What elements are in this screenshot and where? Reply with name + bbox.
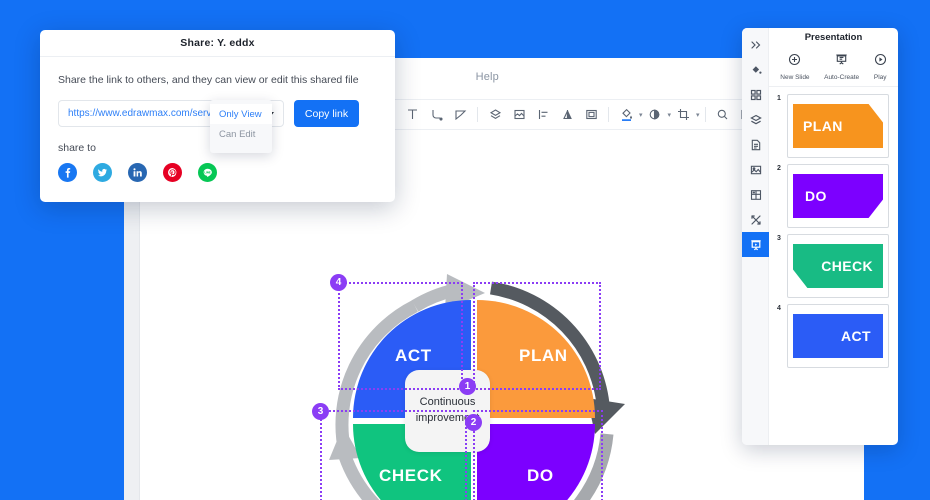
- slide-item[interactable]: 1 PLAN: [777, 94, 890, 158]
- crop-icon[interactable]: [671, 103, 695, 127]
- play-button[interactable]: Play: [874, 53, 887, 81]
- selection-rect-plan[interactable]: [473, 282, 601, 390]
- new-slide-button[interactable]: New Slide: [780, 53, 810, 81]
- slide-shape: PLAN: [793, 104, 883, 148]
- flip-horizontal-icon[interactable]: [555, 103, 579, 127]
- auto-create-icon: [835, 53, 848, 71]
- presentation-panel[interactable]: Presentation New Slide Auto-Create Play …: [742, 28, 898, 445]
- share-dialog-description: Share the link to others, and they can v…: [58, 74, 359, 86]
- zoom-icon[interactable]: [711, 103, 735, 127]
- curve-connector-icon[interactable]: [424, 103, 448, 127]
- slide-thumbnail[interactable]: ACT: [787, 304, 889, 368]
- symbol-grid-icon[interactable]: [742, 82, 769, 107]
- slide-thumbnail[interactable]: CHECK: [787, 234, 889, 298]
- slide-item[interactable]: 4 ACT: [777, 304, 890, 368]
- toolbar-divider: [477, 107, 478, 122]
- share-link-input[interactable]: https://www.edrawmax.com/server..: [68, 108, 210, 119]
- selection-badge-4[interactable]: 4: [330, 274, 347, 291]
- facebook-icon[interactable]: [58, 163, 77, 182]
- table-chart-icon[interactable]: [742, 182, 769, 207]
- permission-option-can-edit[interactable]: Can Edit: [210, 124, 272, 144]
- selection-rect-check[interactable]: [320, 410, 467, 500]
- selection-badge-3[interactable]: 3: [312, 403, 329, 420]
- layers-icon[interactable]: [742, 107, 769, 132]
- shadow-color-icon[interactable]: [643, 103, 667, 127]
- slide-text: PLAN: [803, 118, 843, 134]
- auto-create-label: Auto-Create: [824, 73, 860, 81]
- copy-link-button[interactable]: Copy link: [294, 100, 359, 127]
- slide-text: ACT: [841, 328, 871, 344]
- slide-number: 3: [777, 235, 781, 242]
- presentation-actions: New Slide Auto-Create Play: [769, 47, 898, 87]
- selection-rect-do[interactable]: [473, 410, 603, 500]
- auto-create-button[interactable]: Auto-Create: [824, 53, 859, 81]
- layers-icon[interactable]: [483, 103, 507, 127]
- share-dialog-title: Share: Y. eddx: [180, 37, 255, 49]
- slide-number: 4: [777, 305, 781, 312]
- pointer-flag-icon[interactable]: [448, 103, 472, 127]
- presentation-panel-title: Presentation: [804, 32, 863, 43]
- toolbar-divider: [608, 107, 609, 122]
- slide-item[interactable]: 2 DO: [777, 164, 890, 228]
- menu-item-help[interactable]: Help: [476, 71, 499, 83]
- slide-item[interactable]: 3 CHECK: [777, 234, 890, 298]
- social-share-row: [58, 163, 395, 182]
- image-icon[interactable]: [742, 157, 769, 182]
- twitter-icon[interactable]: [93, 163, 112, 182]
- line-icon[interactable]: [198, 163, 217, 182]
- connector-shuffle-icon[interactable]: [742, 207, 769, 232]
- play-circle-icon: [874, 53, 887, 71]
- presentation-icon[interactable]: [742, 232, 769, 257]
- plus-circle-icon: [788, 53, 801, 71]
- new-slide-label: New Slide: [780, 73, 810, 81]
- slide-thumbnail[interactable]: DO: [787, 164, 889, 228]
- pdca-diagram[interactable]: PLAN DO CHECK ACT Continuous improvement…: [295, 238, 655, 500]
- permission-option-only-view[interactable]: Only View: [210, 104, 272, 124]
- crop-caret-icon[interactable]: ▾: [696, 111, 700, 119]
- frame-border-icon[interactable]: [579, 103, 603, 127]
- slide-thumbnail-list[interactable]: 1 PLAN 2 DO 3 CHECK 4 ACT: [769, 87, 898, 445]
- panel-icon-rail: [742, 28, 769, 445]
- selection-badge-2[interactable]: 2: [465, 414, 482, 431]
- presentation-body: Presentation New Slide Auto-Create Play …: [769, 28, 898, 445]
- notes-document-icon[interactable]: [742, 132, 769, 157]
- selection-badge-1[interactable]: 1: [459, 378, 476, 395]
- slide-thumbnail[interactable]: PLAN: [787, 94, 889, 158]
- toolbar-divider: [704, 107, 706, 122]
- slide-shape: ACT: [793, 314, 883, 358]
- align-left-icon[interactable]: [531, 103, 555, 127]
- slide-text: CHECK: [821, 258, 873, 274]
- fill-color-icon[interactable]: [614, 103, 638, 127]
- slide-text: DO: [805, 188, 827, 204]
- slide-number: 1: [777, 95, 781, 102]
- image-frame-icon[interactable]: [507, 103, 531, 127]
- collapse-chevrons-icon[interactable]: [742, 32, 769, 57]
- center-label-line1: Continuous: [419, 396, 476, 409]
- play-label: Play: [873, 73, 887, 81]
- permission-dropdown[interactable]: Only View Can Edit: [210, 100, 272, 153]
- slide-shape: DO: [793, 174, 883, 218]
- slide-number: 2: [777, 165, 781, 172]
- selection-rect-act[interactable]: [338, 282, 463, 390]
- linkedin-icon[interactable]: [128, 163, 147, 182]
- text-tool-icon[interactable]: [400, 103, 424, 127]
- share-dialog-header: Share: Y. eddx: [40, 30, 395, 57]
- pinterest-icon[interactable]: [163, 163, 182, 182]
- slide-shape: CHECK: [793, 244, 883, 288]
- fill-bucket-icon[interactable]: [742, 57, 769, 82]
